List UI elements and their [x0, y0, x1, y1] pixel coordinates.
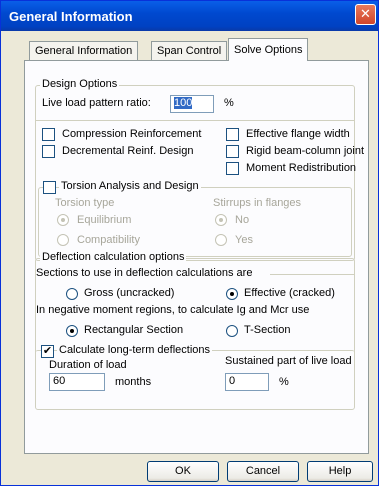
effective-radio[interactable] [226, 288, 238, 300]
rectangular-section-label: Rectangular Section [84, 324, 184, 336]
close-icon: ✕ [360, 6, 371, 21]
sections-label: Sections to use in deflection calculatio… [36, 267, 253, 279]
divider [270, 274, 354, 275]
t-section-label: T-Section [244, 324, 291, 336]
long-term-label: Calculate long-term deflections [57, 344, 213, 356]
ok-label: OK [175, 465, 191, 477]
sustained-label: Sustained part of live load [225, 355, 352, 367]
decremental-reinf-label: Decremental Reinf. Design [62, 145, 194, 157]
duration-label: Duration of load [49, 359, 127, 371]
compatibility-label: Compatibility [77, 234, 140, 246]
stirrups-yes-radio[interactable] [215, 234, 227, 246]
help-label: Help [328, 465, 352, 477]
live-load-value: 100 [174, 97, 193, 109]
solve-options-panel: Design Options Live load pattern ratio: … [24, 60, 369, 454]
effective-label: Effective (cracked) [244, 287, 335, 299]
sustained-input[interactable]: 0 [225, 373, 269, 391]
compatibility-radio[interactable] [57, 234, 69, 246]
rigid-beam-column-joint-checkbox[interactable] [226, 145, 239, 158]
divider [36, 120, 354, 121]
rigid-beam-column-joint-label: Rigid beam-column joint [246, 145, 364, 157]
torsion-group: Torsion Analysis and Design Torsion type… [38, 180, 352, 257]
live-load-label: Live load pattern ratio: [42, 97, 151, 109]
sustained-unit: % [279, 376, 289, 388]
cancel-button[interactable]: Cancel [227, 461, 299, 482]
stirrups-label: Stirrups in flanges [213, 197, 302, 209]
moment-redistribution-label: Moment Redistribution [246, 162, 357, 174]
ok-button[interactable]: OK [147, 461, 219, 482]
tab-label: General Information [35, 45, 133, 57]
negative-moment-label: In negative moment regions, to calculate… [36, 304, 310, 316]
effective-flange-width-checkbox[interactable] [226, 128, 239, 141]
window-title: General Information [9, 9, 133, 24]
long-term-group: ✔ Calculate long-term deflections Durati… [35, 344, 355, 408]
torsion-label: Torsion Analysis and Design [59, 180, 201, 192]
gross-label: Gross (uncracked) [84, 287, 175, 299]
decremental-reinf-checkbox[interactable] [42, 145, 55, 158]
close-button[interactable]: ✕ [355, 4, 376, 25]
tab-label: Solve Options [234, 44, 303, 56]
live-load-unit: % [224, 97, 234, 109]
dialog-window: General Information ✕ General Informatio… [0, 0, 379, 486]
duration-value: 60 [53, 375, 66, 387]
sustained-value: 0 [229, 375, 236, 387]
duration-unit: months [115, 376, 152, 388]
stirrups-no-label: No [235, 214, 250, 226]
compression-reinforcement-checkbox[interactable] [42, 128, 55, 141]
compression-reinforcement-label: Compression Reinforcement [62, 128, 202, 140]
live-load-input[interactable]: 100 [170, 95, 214, 113]
t-section-radio[interactable] [226, 325, 238, 337]
help-button[interactable]: Help [307, 461, 373, 482]
equilibrium-label: Equilibrium [77, 214, 132, 226]
stirrups-no-radio[interactable] [215, 214, 227, 226]
tab-general-information[interactable]: General Information [29, 41, 139, 60]
moment-redistribution-checkbox[interactable] [226, 162, 239, 175]
long-term-checkbox[interactable]: ✔ [41, 345, 54, 358]
tab-solve-options[interactable]: Solve Options [228, 38, 309, 61]
deflection-options-group: Deflection calculation options Sections … [35, 251, 355, 410]
rectangular-section-radio[interactable] [66, 325, 78, 337]
tab-span-control[interactable]: Span Control [151, 41, 228, 60]
design-options-legend: Design Options [40, 78, 120, 90]
deflection-legend: Deflection calculation options [40, 251, 187, 263]
gross-radio[interactable] [66, 288, 78, 300]
torsion-checkbox[interactable] [43, 181, 56, 194]
stirrups-yes-label: Yes [235, 234, 253, 246]
duration-input[interactable]: 60 [49, 373, 105, 391]
equilibrium-radio[interactable] [57, 214, 69, 226]
effective-flange-width-label: Effective flange width [246, 128, 350, 140]
design-options-group: Design Options Live load pattern ratio: … [35, 78, 364, 261]
title-bar: General Information ✕ [1, 1, 378, 31]
cancel-label: Cancel [245, 465, 281, 477]
torsion-type-label: Torsion type [55, 197, 115, 209]
tab-label: Span Control [157, 45, 222, 57]
